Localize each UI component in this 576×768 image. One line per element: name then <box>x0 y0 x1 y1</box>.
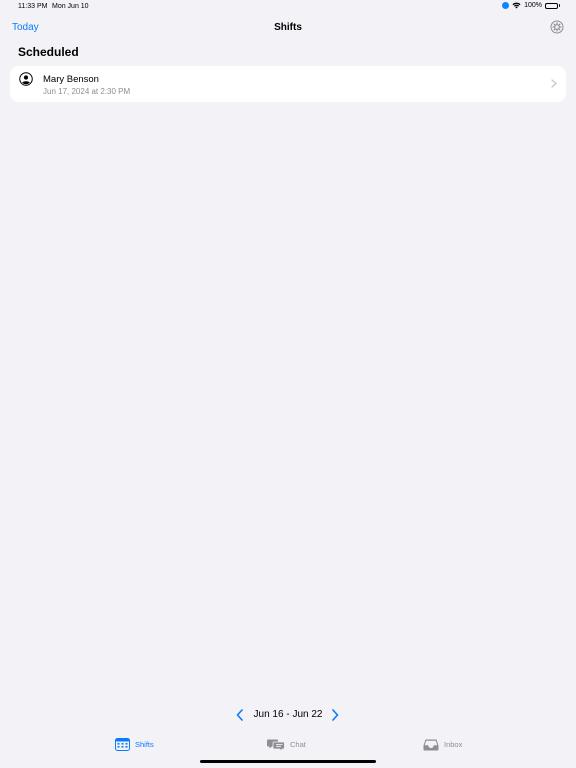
tab-shifts-label: Shifts <box>135 740 154 749</box>
tab-inbox-label: Inbox <box>444 740 463 749</box>
shift-list-item[interactable]: Mary Benson Jun 17, 2024 at 2:30 PM <box>10 66 566 102</box>
battery-icon <box>545 2 560 9</box>
tab-chat-label: Chat <box>290 740 306 749</box>
page-title: Shifts <box>274 22 302 33</box>
home-indicator <box>200 760 376 763</box>
chevron-right-icon <box>551 79 557 88</box>
calendar-icon <box>115 738 130 751</box>
tab-shifts[interactable]: Shifts <box>115 738 154 751</box>
person-circle-icon <box>19 72 33 86</box>
tab-inbox[interactable]: Inbox <box>423 738 462 751</box>
chat-bubbles-icon <box>267 739 285 751</box>
inbox-tray-icon <box>423 739 439 751</box>
status-date: Mon Jun 10 <box>52 3 89 10</box>
status-bar: 11:33 PM Mon Jun 10 100% <box>0 0 576 14</box>
status-time: 11:33 PM <box>18 3 48 10</box>
week-navigator: Jun 16 - Jun 22 <box>0 707 576 723</box>
location-icon <box>502 2 510 9</box>
week-range-label: Jun 16 - Jun 22 <box>253 709 323 720</box>
tab-bar: Shifts Chat Inbox <box>0 734 576 758</box>
section-title-scheduled: Scheduled <box>18 45 79 59</box>
status-indicators: 100% <box>502 2 560 9</box>
wifi-icon <box>512 2 521 9</box>
tab-chat[interactable]: Chat <box>267 738 306 751</box>
battery-percent: 100% <box>524 2 542 9</box>
shift-person-name: Mary Benson <box>43 74 99 85</box>
chevron-right-icon[interactable] <box>330 709 340 721</box>
shift-datetime: Jun 17, 2024 at 2:30 PM <box>43 87 131 96</box>
gear-circle-icon[interactable] <box>550 20 564 34</box>
navigation-bar: Today Shifts <box>0 18 576 40</box>
